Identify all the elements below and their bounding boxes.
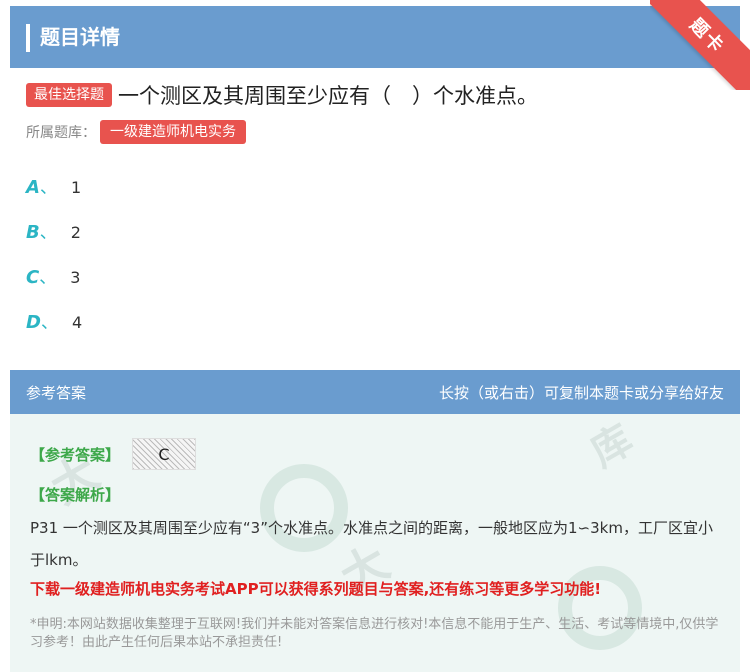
- watermark-glyph: 库: [583, 416, 641, 477]
- ribbon-label: 题卡: [685, 14, 729, 58]
- reference-answer-image: C: [132, 438, 196, 470]
- disclaimer-text: *申明:本网站数据收集整理于互联网!我们并未能对答案信息进行核对!本信息不能用于…: [30, 617, 719, 650]
- question-text: 一个测区及其周围至少应有（ ）个水准点。: [118, 84, 538, 108]
- option-letter: C: [26, 267, 40, 288]
- library-label: 所属题库：: [26, 125, 96, 141]
- answer-body: 大 大 库 【参考答案】 C 【答案解析】 P31 一个测区及其周围至少应有“3…: [10, 414, 740, 672]
- option-text: 4: [71, 313, 83, 332]
- question-card-ribbon[interactable]: 题卡: [650, 0, 750, 90]
- option-text: 2: [70, 223, 81, 242]
- reference-answer-value: C: [158, 444, 170, 464]
- option-text: 3: [70, 268, 81, 287]
- option-d[interactable]: D、 4: [26, 311, 82, 335]
- header-accent-bar: [26, 24, 30, 52]
- library-row: 所属题库： 一级建造师机电实务: [26, 120, 246, 144]
- analysis-label: 【答案解析】: [30, 486, 121, 504]
- option-text: 1: [70, 178, 82, 197]
- option-a[interactable]: A、 1: [26, 176, 81, 200]
- option-letter: B: [26, 222, 40, 243]
- answer-header: 参考答案 长按（或右击）可复制本题卡或分享给好友: [10, 370, 740, 414]
- share-hint: 长按（或右击）可复制本题卡或分享给好友: [438, 384, 724, 402]
- option-letter: A: [26, 177, 40, 198]
- question-type-tag: 最佳选择题: [26, 83, 112, 107]
- option-c[interactable]: C、 3: [26, 266, 80, 290]
- page-header: 题目详情: [10, 6, 740, 68]
- library-tag[interactable]: 一级建造师机电实务: [100, 120, 246, 144]
- reference-answer-label: 【参考答案】: [30, 446, 121, 464]
- app-promo-link[interactable]: 下载一级建造师机电实务考试APP可以获得系列题目与答案,还有练习等更多学习功能!: [30, 578, 730, 599]
- page-title: 题目详情: [40, 25, 120, 49]
- analysis-text: P31 一个测区及其周围至少应有“3”个水准点。水准点之间的距离，一般地区应为1…: [30, 519, 713, 569]
- answer-header-title: 参考答案: [26, 384, 87, 402]
- question-row: 最佳选择题 一个测区及其周围至少应有（ ）个水准点。: [26, 80, 726, 110]
- option-letter: D: [26, 312, 41, 333]
- option-b[interactable]: B、 2: [26, 221, 81, 245]
